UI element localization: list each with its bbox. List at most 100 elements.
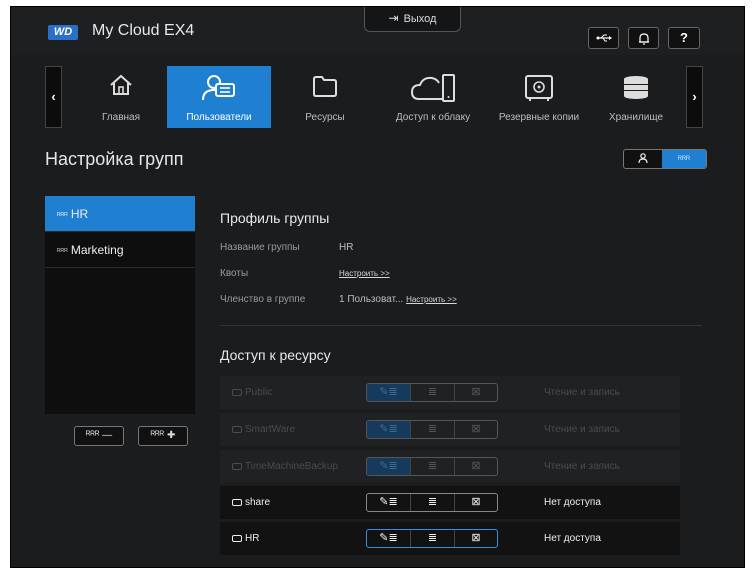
usb-button[interactable]	[588, 27, 619, 49]
view-toggle: ᴿᴿᴿ	[623, 149, 707, 169]
main-nav: ‹ Главная Пользователи Ресурсы Доступ к …	[45, 66, 705, 128]
home-icon	[110, 74, 132, 95]
share-name: TimeMachineBackup	[245, 461, 339, 472]
deny-access-icon: ⊠	[471, 423, 481, 435]
deny-access-button[interactable]: ⊠	[455, 530, 497, 547]
permission-selector: ✎≣ ≣ ⊠	[366, 420, 498, 439]
read-only-button[interactable]: ≣	[411, 530, 455, 547]
nav-item-label: Резервные копии	[498, 112, 580, 123]
share-status: Нет доступа	[544, 497, 601, 508]
permission-selector: ✎≣ ≣ ⊠	[366, 529, 498, 548]
folder-icon	[232, 426, 242, 433]
nav-item-home[interactable]: Главная	[75, 66, 167, 128]
cloud-device-icon	[410, 74, 455, 102]
group-name: HR	[70, 207, 89, 221]
top-bar: WD My Cloud EX4 ⇥ Выход ?	[11, 7, 744, 55]
nav-next-button[interactable]: ›	[686, 66, 703, 128]
permission-selector: ✎≣ ≣ ⊠	[366, 457, 498, 476]
add-group-icon: ᴿᴿᴿ ✚	[150, 430, 176, 441]
group-icon: ᴿᴿᴿ	[57, 211, 68, 220]
users-icon	[202, 75, 235, 101]
group-name-value: HR	[339, 242, 354, 253]
deny-access-icon: ⊠	[471, 386, 481, 398]
membership-field: 1 Пользоват... Настроить >>	[339, 294, 457, 305]
share-row: TimeMachineBackup ✎≣ ≣ ⊠ Чтение и запись	[220, 450, 680, 483]
group-list: ᴿᴿᴿ HR ᴿᴿᴿ Marketing	[45, 196, 195, 414]
permission-selector: ✎≣ ≣ ⊠	[366, 383, 498, 402]
remove-group-button[interactable]: ᴿᴿᴿ —	[74, 426, 124, 446]
permission-selector: ✎≣ ≣ ⊠	[366, 493, 498, 512]
share-status: Чтение и запись	[544, 461, 620, 472]
add-group-button[interactable]: ᴿᴿᴿ ✚	[138, 426, 188, 446]
nav-item-label: Ресурсы	[305, 112, 345, 123]
share-name: share	[245, 497, 271, 508]
membership-configure-link[interactable]: Настроить >>	[406, 295, 457, 304]
folder-icon	[232, 463, 242, 470]
share-name-cell: HR	[232, 522, 259, 555]
folder-icon	[313, 76, 337, 97]
read-write-icon: ✎≣	[367, 458, 411, 475]
share-status: Нет доступа	[544, 533, 601, 544]
share-name-cell: TimeMachineBackup	[232, 450, 338, 483]
group-icon: ᴿᴿᴿ	[57, 247, 68, 256]
group-name-label: Название группы	[220, 242, 300, 253]
read-only-icon: ≣	[411, 384, 455, 401]
remove-group-icon: ᴿᴿᴿ —	[85, 430, 113, 441]
logout-label: Выход	[403, 13, 437, 25]
read-only-icon: ≣	[411, 421, 455, 438]
nav-item-cloud-access[interactable]: Доступ к облаку	[381, 66, 485, 128]
group-view-button[interactable]: ᴿᴿᴿ	[662, 150, 706, 168]
page-title: Настройка групп	[45, 149, 184, 169]
share-name-cell: Public	[232, 376, 272, 409]
read-write-button[interactable]: ✎≣	[367, 530, 411, 547]
share-row: Public ✎≣ ≣ ⊠ Чтение и запись	[220, 376, 680, 409]
quota-label: Квоты	[220, 268, 249, 279]
user-view-button[interactable]	[624, 150, 662, 168]
section-divider	[220, 325, 702, 326]
share-status: Чтение и запись	[544, 387, 620, 398]
bell-icon	[638, 33, 649, 45]
share-row: SmartWare ✎≣ ≣ ⊠ Чтение и запись	[220, 413, 680, 446]
app-window: WD My Cloud EX4 ⇥ Выход ? ‹ Главная Поль…	[10, 6, 745, 568]
group-name: Marketing	[70, 243, 124, 257]
nav-item-label: Доступ к облаку	[395, 112, 471, 123]
share-name-cell: SmartWare	[232, 413, 295, 446]
read-only-button[interactable]: ≣	[411, 494, 455, 511]
group-icon: ᴿᴿᴿ	[677, 154, 691, 164]
quota-field: Настроить >>	[339, 268, 390, 279]
membership-value: 1 Пользоват...	[339, 294, 404, 305]
group-item[interactable]: ᴿᴿᴿ Marketing	[45, 232, 195, 268]
nav-item-label: Пользователи	[186, 112, 252, 123]
nav-prev-button[interactable]: ‹	[45, 66, 62, 128]
read-write-button[interactable]: ✎≣	[367, 494, 411, 511]
share-row: share ✎≣ ≣ ⊠ Нет доступа	[220, 486, 680, 519]
nav-item-shares[interactable]: Ресурсы	[285, 66, 365, 128]
access-title: Доступ к ресурсу	[220, 347, 331, 363]
deny-access-button[interactable]: ⊠	[455, 494, 497, 511]
logout-icon: ⇥	[388, 11, 399, 25]
quota-configure-link[interactable]: Настроить >>	[339, 269, 390, 278]
logout-button[interactable]: ⇥ Выход	[364, 7, 461, 32]
read-write-icon: ✎≣	[367, 421, 411, 438]
membership-label: Членство в группе	[220, 294, 306, 305]
share-name: Public	[245, 387, 273, 398]
nav-item-users[interactable]: Пользователи	[167, 66, 271, 128]
nav-item-label: Хранилище	[609, 112, 663, 123]
read-only-icon: ≣	[411, 458, 455, 475]
nav-item-storage[interactable]: Хранилище	[593, 66, 679, 128]
share-name: SmartWare	[245, 424, 296, 435]
help-button[interactable]: ?	[668, 27, 700, 49]
share-name-cell: share	[232, 486, 270, 519]
share-row: HR ✎≣ ≣ ⊠ Нет доступа	[220, 522, 680, 555]
nav-item-backups[interactable]: Резервные копии	[491, 66, 587, 128]
app-title: My Cloud EX4	[92, 22, 195, 39]
user-icon	[638, 153, 648, 164]
notifications-button[interactable]	[628, 27, 659, 49]
deny-access-icon: ⊠	[471, 460, 481, 472]
share-status: Чтение и запись	[544, 424, 620, 435]
share-name: HR	[245, 533, 260, 544]
profile-title: Профиль группы	[220, 210, 330, 226]
usb-icon	[596, 34, 612, 42]
folder-icon	[232, 389, 242, 396]
group-item[interactable]: ᴿᴿᴿ HR	[45, 196, 195, 232]
